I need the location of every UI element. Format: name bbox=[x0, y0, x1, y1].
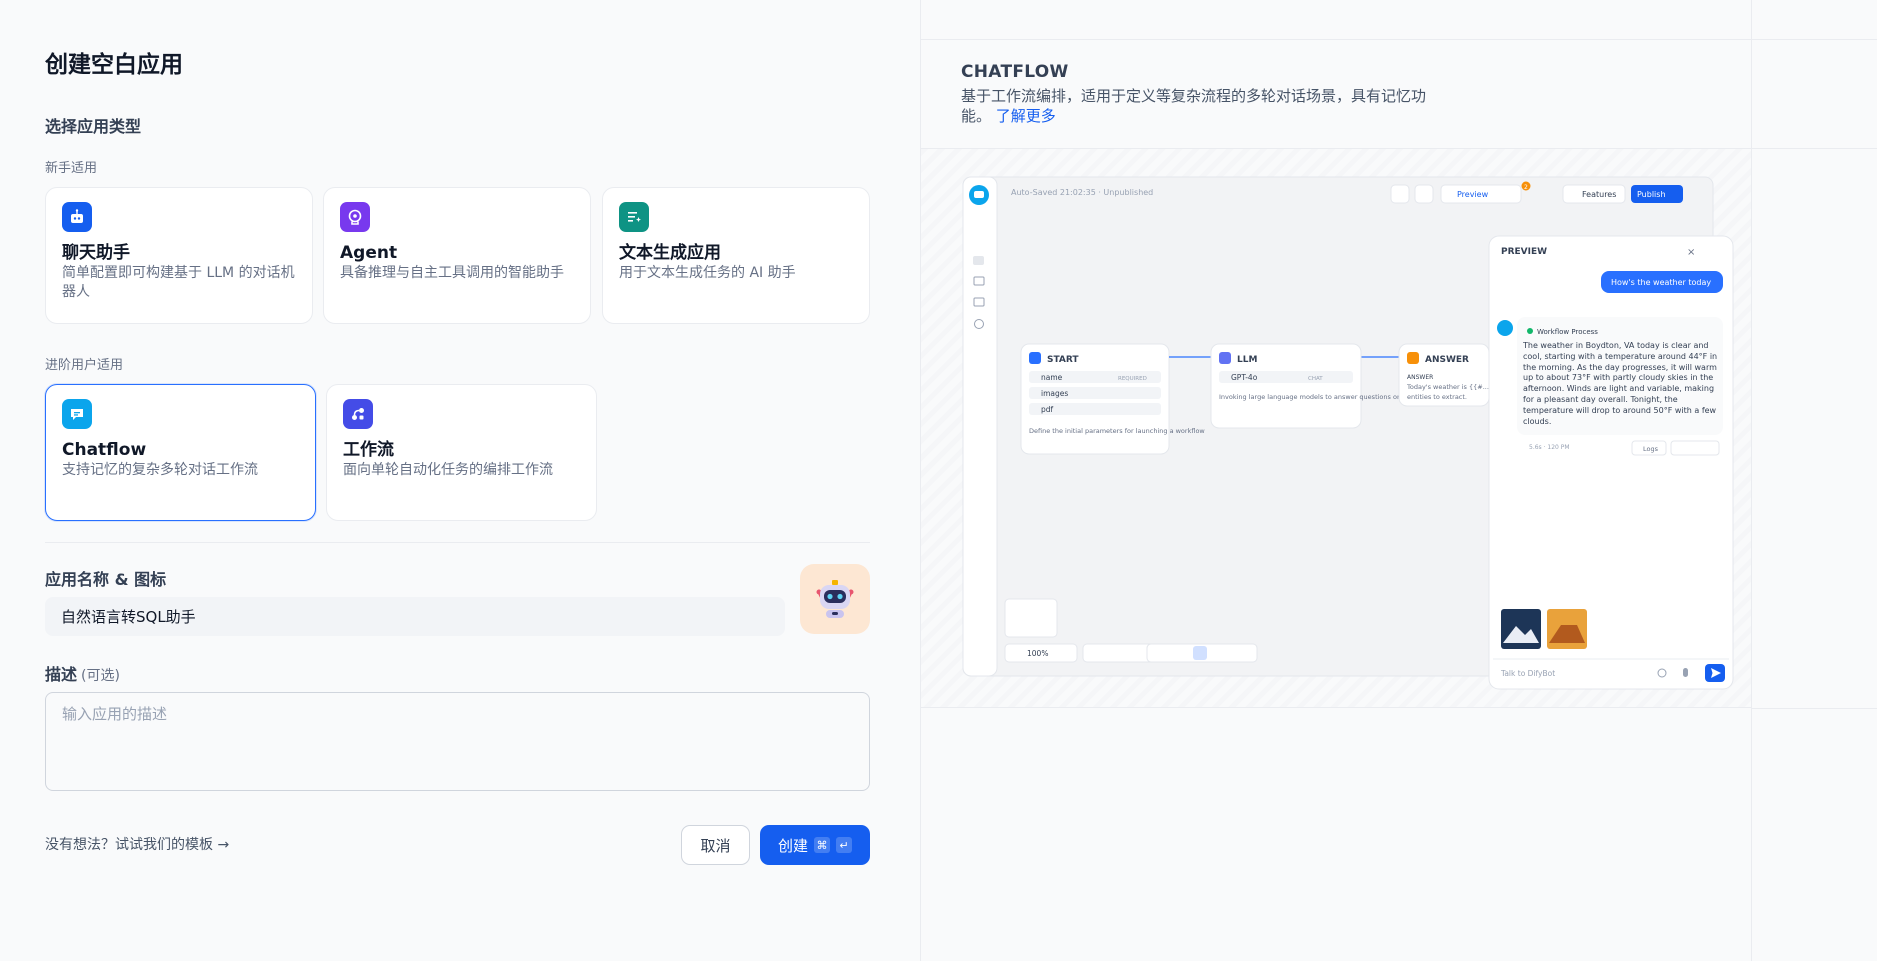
answer-node-desc: entities to extract. bbox=[1407, 393, 1467, 401]
close-icon: × bbox=[1687, 247, 1695, 258]
try-templates-link[interactable]: 没有想法？试试我们的模板 → bbox=[45, 834, 229, 854]
bot-avatar-icon bbox=[1497, 320, 1513, 336]
answer-node-icon bbox=[1407, 352, 1419, 364]
llm-node-icon bbox=[1219, 352, 1231, 364]
message-meta: 5.6s · 120 PM bbox=[1529, 444, 1570, 451]
card-title: Agent bbox=[340, 243, 398, 263]
success-icon bbox=[1527, 328, 1533, 334]
llm-model: GPT-4o bbox=[1231, 373, 1258, 382]
command-key-icon: ⌘ bbox=[814, 837, 830, 853]
card-desc: 用于文本生成任务的 AI 助手 bbox=[619, 265, 796, 281]
app-type-card-chatbot[interactable]: 聊天助手 简单配置即可构建基于 LLM 的对话机器人 bbox=[45, 187, 313, 324]
notification-count: 2 bbox=[1524, 184, 1528, 191]
name-icon-label: 应用名称 & 图标 bbox=[45, 570, 167, 589]
publish-button: Publish bbox=[1637, 190, 1666, 199]
features-button: Features bbox=[1582, 190, 1616, 199]
chat-bot-icon bbox=[62, 202, 92, 232]
app-logo-icon bbox=[974, 191, 984, 198]
start-var-required: REQUIRED bbox=[1118, 376, 1147, 382]
app-icon-picker[interactable] bbox=[800, 564, 870, 634]
app-type-card-agent[interactable]: Agent 具备推理与自主工具调用的智能助手 bbox=[323, 187, 591, 324]
create-app-panel: 创建空白应用 选择应用类型 新手适用 聊天助手 简单配置即可构建基于 LLM 的… bbox=[0, 0, 920, 961]
sidebar-nav-icon bbox=[973, 256, 984, 265]
microphone-icon bbox=[1683, 668, 1688, 677]
advanced-label: 进阶用户适用 bbox=[45, 358, 124, 373]
answer-node-label: ANSWER bbox=[1407, 374, 1433, 381]
message-actions bbox=[1670, 440, 1720, 456]
preview-panel-title: PREVIEW bbox=[1501, 247, 1547, 257]
description-textarea[interactable] bbox=[45, 692, 870, 791]
preview-panel: CHATFLOW 基于工作流编排，适用于定义等复杂流程的多轮对话场景，具有记忆功… bbox=[920, 0, 1877, 961]
app-type-card-text-generation[interactable]: 文本生成应用 用于文本生成任务的 AI 助手 bbox=[602, 187, 870, 324]
start-var: pdf bbox=[1041, 405, 1054, 414]
preview-title: CHATFLOW bbox=[961, 62, 1069, 82]
card-title: 文本生成应用 bbox=[619, 243, 721, 263]
chatflow-preview-screenshot: Auto-Saved 21:02:35 · Unpublished Previe… bbox=[962, 176, 1734, 690]
description-label-text: 描述 bbox=[45, 665, 78, 684]
beginner-label: 新手适用 bbox=[45, 161, 98, 176]
workflow-process-label: Workflow Process bbox=[1537, 328, 1598, 336]
card-title: Chatflow bbox=[62, 440, 147, 460]
card-desc: 支持记忆的复杂多轮对话工作流 bbox=[62, 462, 258, 478]
answer-node-title: ANSWER bbox=[1425, 355, 1469, 365]
bot-message: The weather in Boydton, VA today is clea… bbox=[1523, 341, 1718, 426]
minimap bbox=[1004, 598, 1058, 638]
grid-line bbox=[1751, 708, 1877, 709]
learn-more-link[interactable]: 了解更多 bbox=[996, 107, 1056, 125]
card-title: 聊天助手 bbox=[62, 243, 130, 263]
start-node-icon bbox=[1029, 352, 1041, 364]
zoom-level: 100% bbox=[1027, 649, 1048, 658]
card-title: 工作流 bbox=[343, 440, 394, 460]
start-node-title: START bbox=[1047, 355, 1079, 365]
choose-type-heading: 选择应用类型 bbox=[45, 117, 142, 136]
description-label: 描述 (可选) bbox=[45, 661, 120, 685]
create-button[interactable]: 创建 ⌘ ↵ bbox=[760, 825, 870, 865]
start-var: images bbox=[1041, 389, 1068, 398]
preview-description: 基于工作流编排，适用于定义等复杂流程的多轮对话场景，具有记忆功能。 了解更多 bbox=[961, 86, 1441, 126]
page-title: 创建空白应用 bbox=[45, 52, 183, 78]
autosave-status: Auto-Saved 21:02:35 · Unpublished bbox=[1011, 188, 1153, 197]
card-desc: 简单配置即可构建基于 LLM 的对话机器人 bbox=[62, 265, 295, 300]
llm-node-title: LLM bbox=[1237, 355, 1257, 365]
preview-button: Preview bbox=[1457, 190, 1489, 199]
start-var: name bbox=[1041, 373, 1063, 382]
robot-icon bbox=[816, 580, 854, 618]
user-message: How's the weather today bbox=[1611, 278, 1711, 287]
optional-tag: (可选) bbox=[81, 668, 120, 684]
llm-mode-tag: CHAT bbox=[1308, 376, 1323, 382]
start-node-desc: Define the initial parameters for launch… bbox=[1029, 427, 1205, 435]
app-name-input[interactable] bbox=[45, 597, 785, 636]
cancel-button[interactable]: 取消 bbox=[681, 825, 750, 865]
create-button-label: 创建 bbox=[777, 836, 808, 855]
chat-input: Talk to DifyBot bbox=[1500, 669, 1555, 678]
app-type-card-chatflow[interactable]: Chatflow 支持记忆的复杂多轮对话工作流 bbox=[45, 384, 316, 521]
chatflow-icon bbox=[62, 399, 92, 429]
logs-button: Logs bbox=[1643, 445, 1659, 453]
card-desc: 具备推理与自主工具调用的智能助手 bbox=[340, 265, 564, 281]
preview-zone: Auto-Saved 21:02:35 · Unpublished Previe… bbox=[921, 148, 1751, 708]
top-band bbox=[921, 0, 1877, 40]
card-desc: 面向单轮自动化任务的编排工作流 bbox=[343, 462, 553, 478]
workflow-icon bbox=[343, 399, 373, 429]
enter-key-icon: ↵ bbox=[836, 837, 852, 853]
answer-node-desc: Today's weather is {{#... bbox=[1406, 383, 1489, 391]
agent-brain-icon bbox=[340, 202, 370, 232]
app-type-card-workflow[interactable]: 工作流 面向单轮自动化任务的编排工作流 bbox=[326, 384, 597, 521]
pointer-tool-icon bbox=[1193, 646, 1207, 660]
grid-line bbox=[1751, 0, 1752, 961]
section-divider bbox=[45, 542, 870, 543]
grid-line bbox=[1751, 148, 1877, 149]
bot-message-container: The weather in Boydton, VA today is clea… bbox=[1523, 341, 1718, 426]
text-generation-icon bbox=[619, 202, 649, 232]
